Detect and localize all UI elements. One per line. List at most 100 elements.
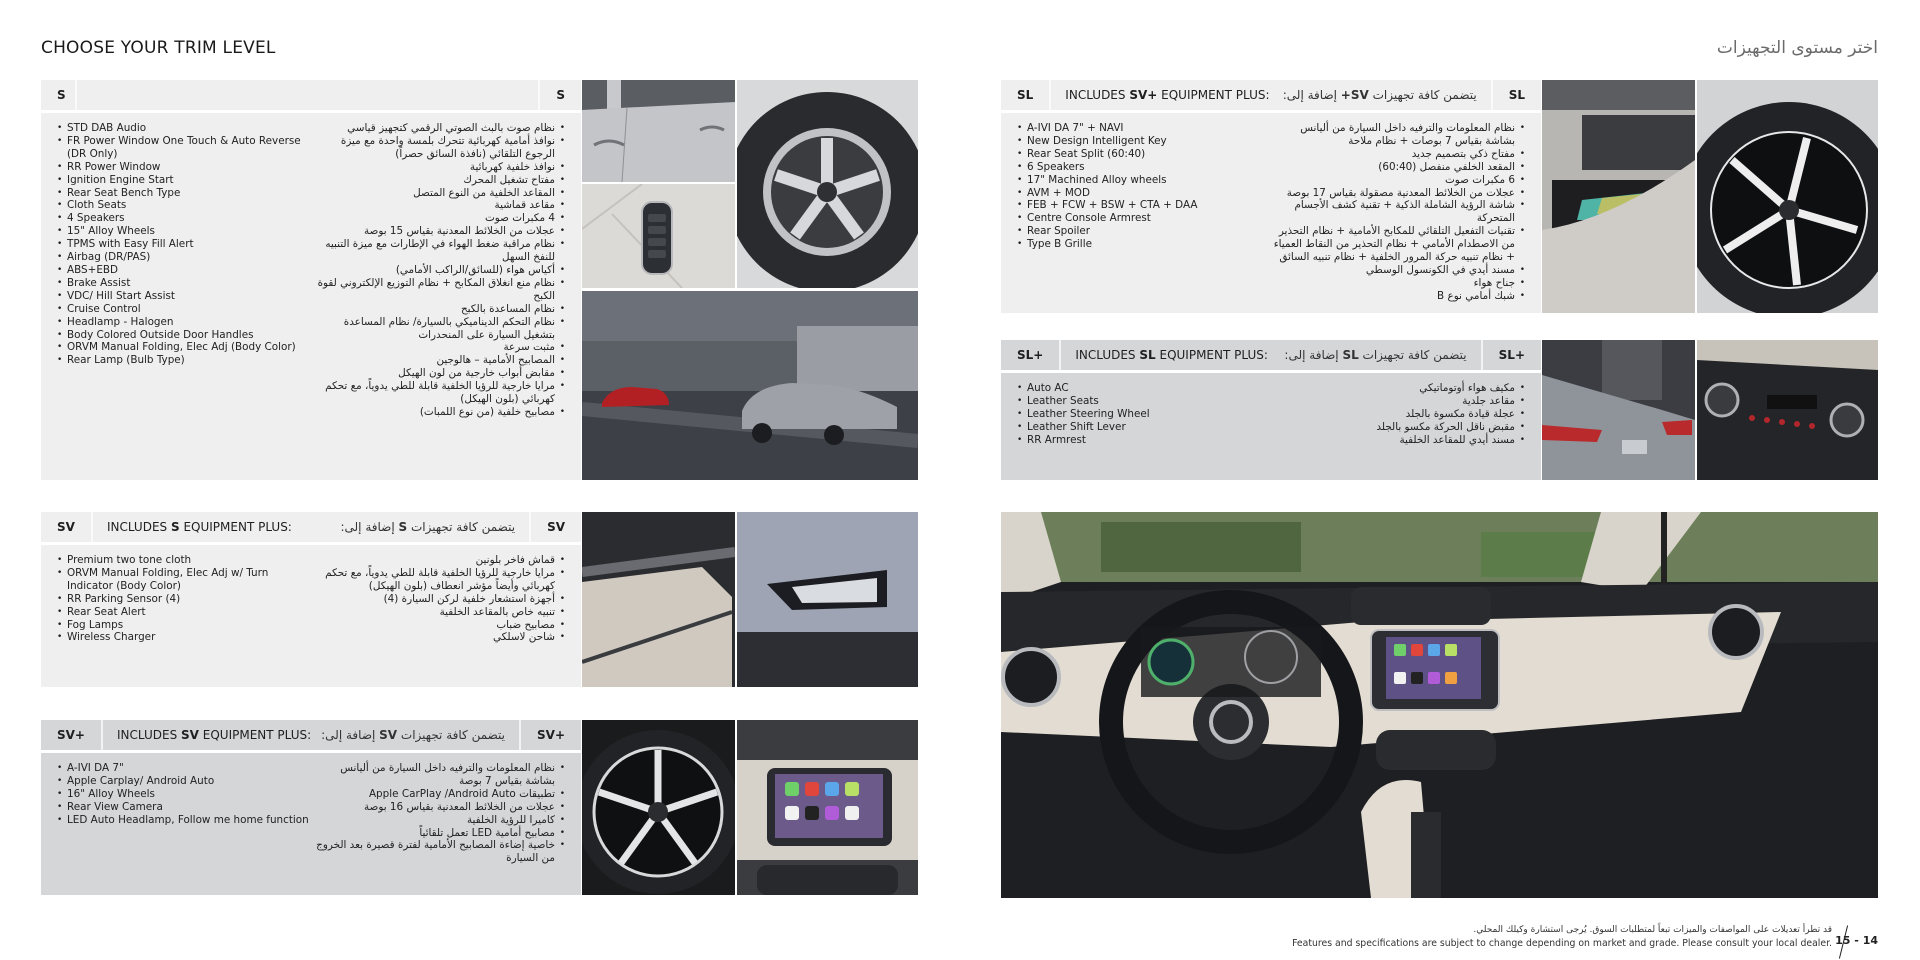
feature-item: المصابيح الأمامية – هالوجين bbox=[311, 354, 567, 367]
feature-item: نظام المعلومات والترفيه داخل السيارة من … bbox=[1271, 122, 1527, 148]
feature-item: Ignition Engine Start bbox=[55, 174, 311, 187]
photo-wheel-15-inch bbox=[737, 80, 918, 288]
feature-item: ORVM Manual Folding, Elec Adj (Body Colo… bbox=[55, 341, 311, 354]
feature-list-ar: نظام المعلومات والترفيه داخل السيارة من … bbox=[1271, 122, 1527, 303]
feature-item: Leather Shift Lever bbox=[1015, 421, 1271, 434]
includes-label: INCLUDES S EQUIPMENT PLUS: bbox=[106, 520, 292, 534]
feature-item: أكياس هواء (للسائق/الراكب الأمامي) bbox=[311, 264, 567, 277]
feature-item: Centre Console Armrest bbox=[1015, 212, 1271, 225]
trim-tag-arabic: SV+ bbox=[519, 720, 581, 750]
feature-list-en: A-IVI DA 7"Apple Carplay/ Android Auto16… bbox=[55, 762, 311, 827]
feature-item: مرايا خارجية للرؤيا الخلفية قابلة للطي ي… bbox=[311, 567, 567, 593]
feature-item: كاميرا للرؤية الخلفية bbox=[311, 814, 567, 827]
feature-item: نظام مراقبة ضغط الهواء في الإطارات مع مي… bbox=[311, 238, 567, 264]
disclaimer: Features and specifications are subject … bbox=[1292, 938, 1832, 949]
trim-panel-sv-plus: SV+ INCLUDES SV EQUIPMENT PLUS: يتضمن كا… bbox=[41, 720, 581, 895]
trim-tag: SL+ bbox=[1001, 340, 1062, 370]
feature-list-en: Premium two tone clothORVM Manual Foldin… bbox=[55, 554, 311, 644]
photo-door-handles bbox=[582, 80, 735, 182]
feature-item: نظام صوت بالبث الصوتي الرقمي كتجهيز قياس… bbox=[311, 122, 567, 135]
feature-item: Headlamp - Halogen bbox=[55, 316, 311, 329]
feature-item: VDC/ Hill Start Assist bbox=[55, 290, 311, 303]
feature-item: شاشة الرؤية الشاملة الذكية + تقنية كشف ا… bbox=[1271, 199, 1527, 225]
trim-tag-arabic: SV bbox=[529, 512, 581, 542]
feature-list-en: Auto ACLeather SeatsLeather Steering Whe… bbox=[1015, 382, 1271, 447]
feature-item: مسند أيدي للمقاعد الخلفية bbox=[1271, 434, 1527, 447]
photo-interior-dashboard bbox=[1001, 512, 1878, 898]
feature-item: RR Parking Sensor (4) bbox=[55, 593, 311, 606]
feature-list-ar: نظام المعلومات والترفيه داخل السيارة من … bbox=[311, 762, 567, 865]
trim-header-s: S S bbox=[41, 80, 581, 113]
feature-item: 6 Speakers bbox=[1015, 161, 1271, 174]
trim-tag-arabic: S bbox=[538, 80, 581, 110]
feature-item: مقابض أبواب خارجية من لون الهيكل bbox=[311, 367, 567, 380]
feature-item: FEB + FCW + BSW + CTA + DAA bbox=[1015, 199, 1271, 212]
feature-item: FR Power Window One Touch & Auto Reverse… bbox=[55, 135, 311, 161]
trim-header-sv: SV INCLUDES S EQUIPMENT PLUS: يتضمن كافة… bbox=[41, 512, 581, 545]
trim-tag-arabic: SL bbox=[1490, 80, 1541, 110]
trim-header-sl-plus: SL+ INCLUDES SL EQUIPMENT PLUS: يتضمن كا… bbox=[1001, 340, 1541, 373]
feature-item: 4 Speakers bbox=[55, 212, 311, 225]
feature-item: A-IVI DA 7" bbox=[55, 762, 311, 775]
feature-item: RR Armrest bbox=[1015, 434, 1271, 447]
photo-wheel-16-inch bbox=[582, 720, 735, 895]
includes-label: INCLUDES SV+ EQUIPMENT PLUS: bbox=[1065, 88, 1270, 102]
page-title: CHOOSE YOUR TRIM LEVEL bbox=[41, 38, 276, 58]
feature-list-en: A-IVI DA 7" + NAVINew Design Intelligent… bbox=[1015, 122, 1271, 251]
feature-item: 16" Alloy Wheels bbox=[55, 788, 311, 801]
feature-item: Leather Steering Wheel bbox=[1015, 408, 1271, 421]
includes-label-arabic: يتضمن كافة تجهيزات SV إضافة إلى: bbox=[321, 728, 506, 742]
feature-item: Rear Seat Alert bbox=[55, 606, 311, 619]
feature-item: المقاعد الخلفية من النوع المتصل bbox=[311, 187, 567, 200]
feature-item: عجلات من الخلائط المعدنية مصقولة بقياس 1… bbox=[1271, 187, 1527, 200]
trim-tag: SL bbox=[1001, 80, 1052, 110]
feature-item: 15" Alloy Wheels bbox=[55, 225, 311, 238]
includes-label: INCLUDES SL EQUIPMENT PLUS: bbox=[1075, 348, 1268, 362]
feature-list-ar: قماش فاخر بلونينمرايا خارجية للرؤيا الخل… bbox=[311, 554, 567, 644]
feature-item: Type B Grille bbox=[1015, 238, 1271, 251]
feature-item: مسند أيدي في الكونسول الوسطي bbox=[1271, 264, 1527, 277]
feature-item: شاحن لاسلكي bbox=[311, 631, 567, 644]
trim-tag-arabic: SL+ bbox=[1480, 340, 1541, 370]
feature-item: نظام التحكم الديناميكي بالسيارة/ نظام ال… bbox=[311, 316, 567, 342]
feature-item: 4 مكبرات صوت bbox=[311, 212, 567, 225]
trim-panel-sl: SL INCLUDES SV+ EQUIPMENT PLUS: يتضمن كا… bbox=[1001, 80, 1541, 313]
feature-item: قماش فاخر بلونين bbox=[311, 554, 567, 567]
feature-item: خاصية إضاءة المصابيح الأمامية لفترة قصير… bbox=[311, 839, 567, 865]
feature-item: مقاعد قماشية bbox=[311, 199, 567, 212]
feature-item: مفتاح تشغيل المحرك bbox=[311, 174, 567, 187]
feature-item: Auto AC bbox=[1015, 382, 1271, 395]
photo-fog-lamp bbox=[737, 512, 918, 687]
feature-item: ORVM Manual Folding, Elec Adj w/ Turn In… bbox=[55, 567, 311, 593]
feature-item: 6 مكبرات صوت bbox=[1271, 174, 1527, 187]
feature-item: Rear View Camera bbox=[55, 801, 311, 814]
trim-tag: SV+ bbox=[41, 720, 103, 750]
includes-label-arabic: يتضمن كافة تجهيزات S إضافة إلى: bbox=[340, 520, 516, 534]
feature-item: New Design Intelligent Key bbox=[1015, 135, 1271, 148]
feature-item: تنبيه خاص بالمقاعد الخلفية bbox=[311, 606, 567, 619]
feature-list-ar: مكيف هواء أوتوماتيكيمقاعد جلديةعجلة قياد… bbox=[1271, 382, 1527, 447]
feature-item: ABS+EBD bbox=[55, 264, 311, 277]
feature-item: Brake Assist bbox=[55, 277, 311, 290]
feature-item: نظام المعلومات والترفيه داخل السيارة من … bbox=[311, 762, 567, 788]
trim-tag: S bbox=[41, 80, 77, 110]
photo-auto-ac-controls bbox=[1697, 340, 1878, 480]
feature-list-en: STD DAB AudioFR Power Window One Touch &… bbox=[55, 122, 311, 367]
feature-item: مقاعد جلدية bbox=[1271, 395, 1527, 408]
feature-item: نظام المساعدة بالكبح bbox=[311, 303, 567, 316]
feature-item: Cruise Control bbox=[55, 303, 311, 316]
feature-item: عجلات من الخلائط المعدنية بقياس 15 بوصة bbox=[311, 225, 567, 238]
feature-item: المقعد الخلفي منفصل (60:40) bbox=[1271, 161, 1527, 174]
feature-item: عجلة قيادة مكسوة بالجلد bbox=[1271, 408, 1527, 421]
feature-item: Airbag (DR/PAS) bbox=[55, 251, 311, 264]
feature-item: مرايا خارجية للرؤيا الخلفية قابلة للطي ي… bbox=[311, 380, 567, 406]
feature-item: TPMS with Easy Fill Alert bbox=[55, 238, 311, 251]
feature-item: STD DAB Audio bbox=[55, 122, 311, 135]
feature-item: Rear Seat Bench Type bbox=[55, 187, 311, 200]
disclaimer-arabic: قد تطرأ تعديلات على المواصفات والميزات ت… bbox=[1473, 925, 1832, 935]
feature-item: نظام منع انغلاق المكابح + نظام التوزيع ا… bbox=[311, 277, 567, 303]
feature-item: أجهزة استشعار خلفية لركن السيارة (4) bbox=[311, 593, 567, 606]
feature-item: Premium two tone cloth bbox=[55, 554, 311, 567]
feature-item: مصابيح أمامية LED تعمل تلقائياً bbox=[311, 827, 567, 840]
feature-item: مصابيح ضباب bbox=[311, 619, 567, 632]
